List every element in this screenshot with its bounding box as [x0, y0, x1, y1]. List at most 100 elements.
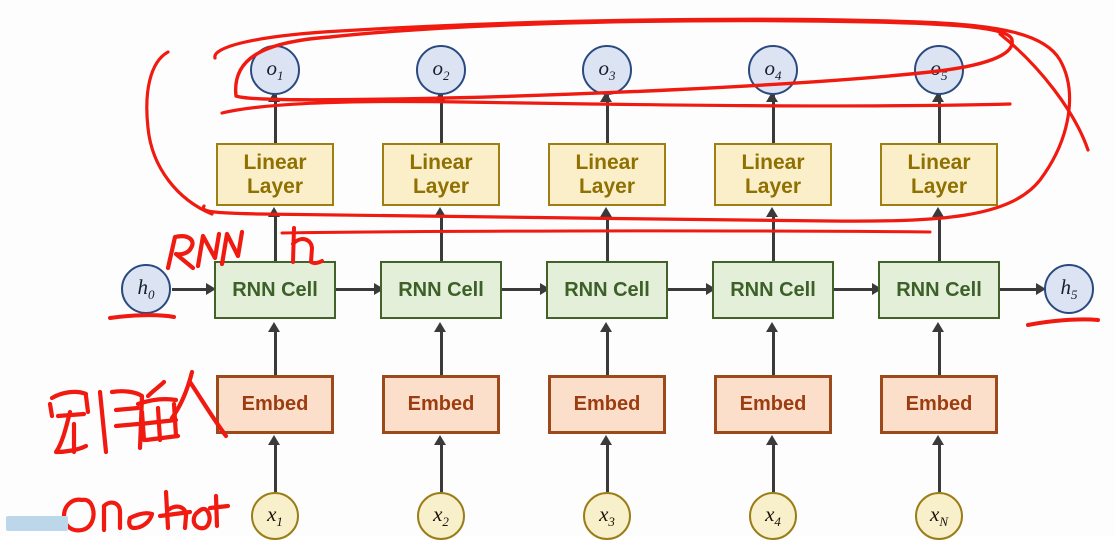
input-node-1[interactable]: x1	[251, 492, 299, 540]
input-node-4-label: x4	[765, 501, 781, 530]
output-node-5-label: o5	[930, 55, 948, 84]
arrow-embed-to-rnn-1	[273, 327, 277, 375]
output-node-1[interactable]: o1	[250, 45, 300, 95]
input-node-1-label: x1	[267, 501, 283, 530]
arrow-embed-to-rnn-2	[439, 327, 443, 375]
arrowhead-embed-to-rnn-2	[434, 322, 446, 332]
arrowhead-rnn-to-linear-4	[766, 207, 778, 217]
rnn-cell-box-3[interactable]: RNN Cell	[546, 261, 668, 319]
arrowhead-input-to-embed-3	[600, 435, 612, 445]
arrowhead-embed-to-rnn-5	[932, 322, 944, 332]
arrow-linear-to-output-1	[273, 95, 277, 143]
arrow-rnn-to-linear-4	[771, 212, 775, 262]
linear-layer-1-line1: Linear	[243, 150, 307, 174]
arrow-rnn5-to-h5	[1000, 288, 1038, 291]
red-handwritten-one-hot	[61, 489, 231, 533]
arrowhead-rnn-to-linear-1	[268, 207, 280, 217]
embed-box-2[interactable]: Embed	[382, 375, 500, 434]
linear-layer-2-line1: Linear	[409, 150, 473, 174]
red-handwritten-chinese-input	[135, 369, 229, 443]
rnn-cell-box-5[interactable]: RNN Cell	[878, 261, 1000, 319]
hidden-state-final-node[interactable]: h5	[1044, 264, 1094, 314]
arrow-rnn-to-linear-3	[605, 212, 609, 262]
arrow-input-to-embed-5	[937, 440, 941, 492]
rnn-cell-3-label: RNN Cell	[564, 278, 650, 301]
linear-layer-3-line1: Linear	[575, 150, 639, 174]
arrowhead-rnn-to-linear-5	[932, 207, 944, 217]
embed-2-label: Embed	[407, 393, 475, 416]
rnn-cell-5-label: RNN Cell	[896, 278, 982, 301]
embed-box-3[interactable]: Embed	[548, 375, 666, 434]
linear-layer-box-4[interactable]: Linear Layer	[714, 143, 832, 206]
arrow-h0-to-rnn1	[172, 288, 208, 291]
output-node-4[interactable]: o4	[748, 45, 798, 95]
rnn-cell-2-label: RNN Cell	[398, 278, 484, 301]
diagram-canvas: o1 o2 o3 o4 o5 Linear Layer Linear Layer L…	[0, 0, 1115, 540]
embed-box-4[interactable]: Embed	[714, 375, 832, 434]
linear-layer-box-1[interactable]: Linear Layer	[216, 143, 334, 206]
output-node-3-label: o3	[598, 55, 616, 84]
arrow-embed-to-rnn-5	[937, 327, 941, 375]
red-underline-h5	[1026, 317, 1100, 327]
arrow-input-to-embed-4	[771, 440, 775, 492]
arrow-input-to-embed-3	[605, 440, 609, 492]
arrowhead-rnn-to-linear-2	[434, 207, 446, 217]
arrow-rnn3-to-rnn4	[668, 288, 708, 291]
arrow-rnn-to-linear-2	[439, 212, 443, 262]
output-node-1-label: o1	[266, 55, 284, 84]
rnn-cell-box-2[interactable]: RNN Cell	[380, 261, 502, 319]
linear-layer-box-5[interactable]: Linear Layer	[880, 143, 998, 206]
arrow-rnn-to-linear-5	[937, 212, 941, 262]
output-node-2[interactable]: o2	[416, 45, 466, 95]
arrow-rnn-to-linear-1	[273, 212, 277, 262]
output-node-2-label: o2	[432, 55, 450, 84]
embed-box-5[interactable]: Embed	[880, 375, 998, 434]
red-oval-lower-sweep	[220, 99, 1012, 115]
arrow-linear-to-output-4	[771, 95, 775, 143]
embed-4-label: Embed	[739, 393, 807, 416]
arrow-rnn4-to-rnn5	[834, 288, 874, 291]
linear-layer-5-line2: Layer	[910, 174, 968, 198]
arrowhead-input-to-embed-2	[434, 435, 446, 445]
arrow-linear-to-output-3	[605, 95, 609, 143]
input-node-5-label: xN	[930, 501, 948, 530]
red-oval-left-hook	[145, 50, 214, 216]
input-node-3[interactable]: x3	[583, 492, 631, 540]
linear-layer-3-line2: Layer	[578, 174, 636, 198]
arrow-rnn1-to-rnn2	[336, 288, 376, 291]
arrow-linear-to-output-2	[439, 95, 443, 143]
red-underline-h0	[108, 313, 176, 320]
input-node-4[interactable]: x4	[749, 492, 797, 540]
embed-box-1[interactable]: Embed	[216, 375, 334, 434]
output-node-5[interactable]: o5	[914, 45, 964, 95]
rnn-cell-box-1[interactable]: RNN Cell	[214, 261, 336, 319]
rnn-cell-4-label: RNN Cell	[730, 278, 816, 301]
arrow-rnn2-to-rnn3	[502, 288, 542, 291]
linear-layer-box-3[interactable]: Linear Layer	[548, 143, 666, 206]
arrowhead-rnn-to-linear-3	[600, 207, 612, 217]
input-node-3-label: x3	[599, 501, 615, 530]
arrow-embed-to-rnn-3	[605, 327, 609, 375]
arrow-input-to-embed-2	[439, 440, 443, 492]
linear-layer-box-2[interactable]: Linear Layer	[382, 143, 500, 206]
linear-layer-4-line2: Layer	[744, 174, 802, 198]
hidden-state-final-label: h5	[1060, 274, 1078, 303]
blue-highlight-chip	[6, 516, 68, 531]
rnn-cell-box-4[interactable]: RNN Cell	[712, 261, 834, 319]
arrow-linear-to-output-5	[937, 95, 941, 143]
arrowhead-input-to-embed-4	[766, 435, 778, 445]
arrowhead-embed-to-rnn-1	[268, 322, 280, 332]
output-node-4-label: o4	[764, 55, 782, 84]
embed-5-label: Embed	[905, 393, 973, 416]
hidden-state-initial-label: h0	[137, 274, 155, 303]
linear-layer-2-line2: Layer	[412, 174, 470, 198]
red-oval-right-tail	[998, 32, 1090, 152]
output-node-3[interactable]: o3	[582, 45, 632, 95]
input-node-2-label: x2	[433, 501, 449, 530]
hidden-state-initial-node[interactable]: h0	[121, 264, 171, 314]
input-node-5[interactable]: xN	[915, 492, 963, 540]
arrowhead-embed-to-rnn-4	[766, 322, 778, 332]
red-handwritten-chinese-word	[47, 389, 145, 455]
input-node-2[interactable]: x2	[417, 492, 465, 540]
linear-layer-5-line1: Linear	[907, 150, 971, 174]
